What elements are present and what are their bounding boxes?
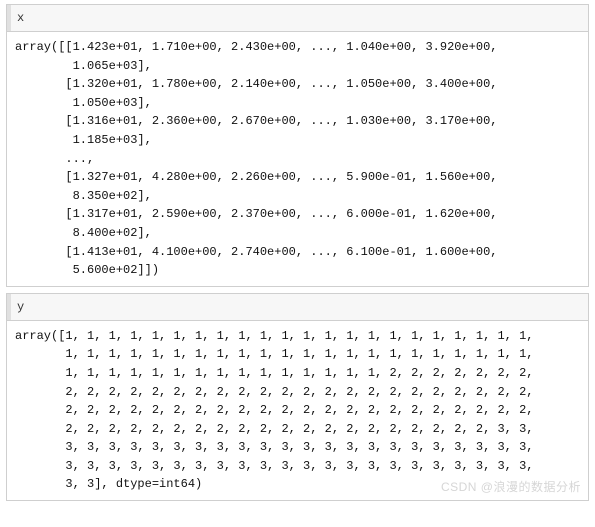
input-prompt-x[interactable]: x [7, 5, 588, 32]
input-prompt-y[interactable]: y [7, 294, 588, 321]
code-cell-y: y array([1, 1, 1, 1, 1, 1, 1, 1, 1, 1, 1… [6, 293, 589, 501]
code-cell-x: x array([[1.423e+01, 1.710e+00, 2.430e+0… [6, 4, 589, 287]
output-area-y: array([1, 1, 1, 1, 1, 1, 1, 1, 1, 1, 1, … [7, 321, 588, 500]
output-area-x: array([[1.423e+01, 1.710e+00, 2.430e+00,… [7, 32, 588, 286]
